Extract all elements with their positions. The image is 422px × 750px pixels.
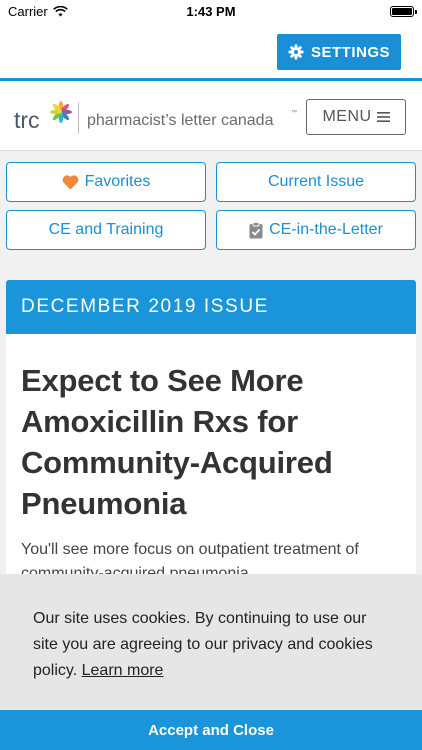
heart-icon <box>62 174 78 189</box>
settings-button[interactable]: SETTINGS <box>277 34 401 70</box>
logo-divider <box>78 103 79 133</box>
logo-star-icon <box>50 101 72 123</box>
clipboard-check-icon <box>249 221 263 238</box>
ce-in-letter-label: CE-in-the-Letter <box>269 221 383 238</box>
learn-more-link[interactable]: Learn more <box>82 662 164 679</box>
issue-header-label: DECEMBER 2019 ISSUE <box>21 296 269 317</box>
gear-icon <box>288 44 304 60</box>
menu-label: MENU <box>322 108 372 125</box>
settings-label: SETTINGS <box>310 43 390 61</box>
logo-trc: trc <box>14 107 40 133</box>
ce-training-button[interactable]: CE and Training <box>6 210 206 250</box>
battery-icon <box>390 6 417 17</box>
menu-button[interactable]: MENU <box>306 99 406 135</box>
top-bar: SETTINGS <box>0 22 422 78</box>
hamburger-icon <box>376 112 390 122</box>
cookie-text: Our site uses cookies. By continuing to … <box>33 606 388 684</box>
trademark-mark: ™ <box>291 110 297 116</box>
ce-in-letter-button[interactable]: CE-in-the-Letter <box>216 210 416 250</box>
current-issue-label: Current Issue <box>267 173 365 190</box>
favorites-label: Favorites <box>84 173 151 190</box>
article-card[interactable]: Expect to See More Amoxicillin Rxs for C… <box>6 334 416 594</box>
product-name: pharmacist’s letter canada <box>87 112 274 129</box>
article-title[interactable]: Expect to See More Amoxicillin Rxs for C… <box>21 360 401 524</box>
issue-header: DECEMBER 2019 ISSUE <box>6 280 416 334</box>
accept-close-button[interactable]: Accept and Close <box>0 710 422 750</box>
clock: 1:43 PM <box>186 4 236 19</box>
cookie-banner: Our site uses cookies. By continuing to … <box>0 574 422 750</box>
brand-header: trc pharmacist’s letter canada ™ MENU <box>0 81 422 151</box>
status-bar: Carrier 1:43 PM <box>0 0 422 22</box>
accept-close-label: Accept and Close <box>148 721 274 739</box>
ce-training-label: CE and Training <box>48 221 164 238</box>
favorites-button[interactable]: Favorites <box>6 162 206 202</box>
current-issue-button[interactable]: Current Issue <box>216 162 416 202</box>
